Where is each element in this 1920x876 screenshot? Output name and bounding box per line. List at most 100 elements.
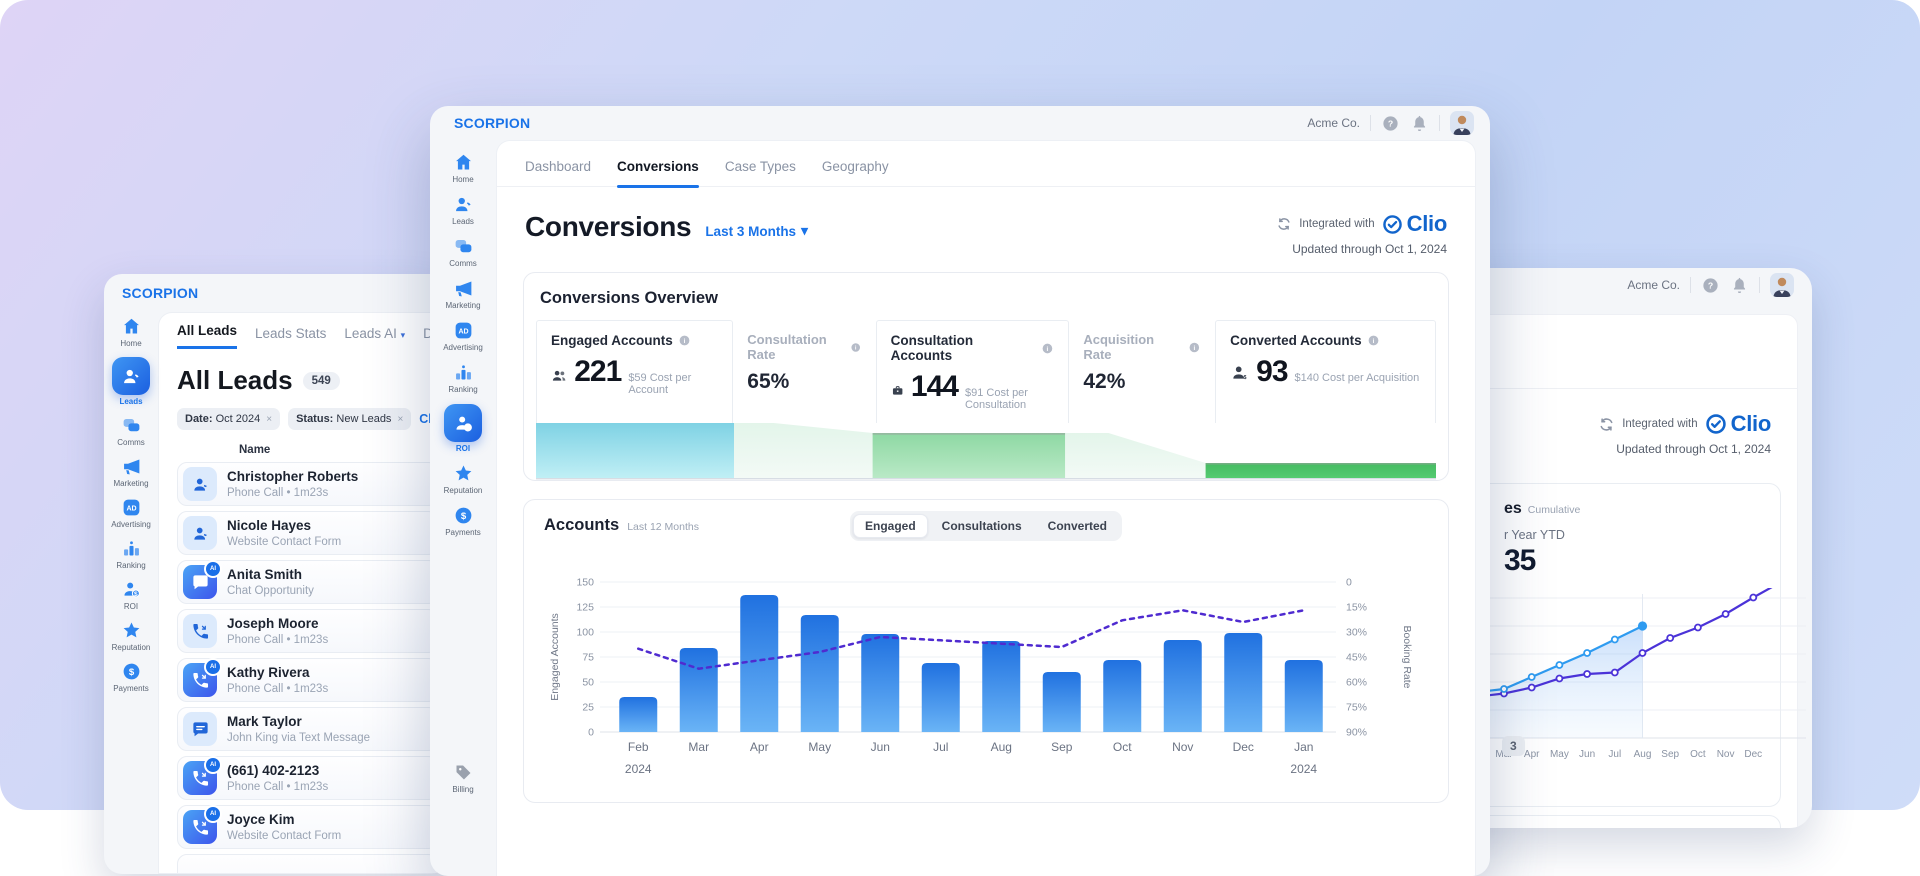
bar-Aug[interactable] [982,641,1020,732]
ranking-icon [121,538,142,559]
svg-text:$: $ [466,424,470,431]
info-icon[interactable]: i [1188,341,1201,354]
tab-dashboard[interactable]: Dashboard [525,159,591,186]
tab-all-leads[interactable]: All Leads [177,323,237,349]
filter-chip-0[interactable]: Date: Oct 2024× [177,408,280,430]
bar-Apr[interactable] [740,595,778,732]
tab-leads-ai[interactable]: Leads AI ▾ [344,326,405,349]
tab-case-types[interactable]: Case Types [725,159,796,186]
svg-text:0: 0 [1346,577,1352,589]
bar-Sep[interactable] [1043,672,1081,732]
lead-row[interactable]: AI Anita Smith Chat Opportunity [177,560,438,604]
lead-detail: Phone Call • 1m23s [227,487,358,499]
booking-rate-line[interactable] [638,610,1304,668]
lead-row[interactable]: Mark Taylor John King via Text Message [177,707,438,751]
sidebar-item-billing[interactable]: Billing [435,762,491,794]
sidebar-item-advertising[interactable]: AD Advertising [435,320,491,352]
help-icon[interactable]: ? [1381,114,1400,133]
lead-row[interactable]: Joseph Moore Phone Call • 1m23s [177,609,438,653]
sidebar-item-leads[interactable]: Leads [435,194,491,226]
bar-Feb[interactable] [619,697,657,732]
info-icon[interactable]: i [850,341,861,354]
sidebar-item-roi[interactable]: $ ROI [435,404,491,453]
lead-row[interactable]: Christopher Roberts Phone Call • 1m23s [177,462,438,506]
info-icon[interactable]: i [678,334,691,347]
svg-text:Apr: Apr [1524,749,1540,760]
sidebar-item-marketing[interactable]: Marketing [104,456,159,488]
clio-logo: Clio [1382,211,1447,237]
tab-geography[interactable]: Geography [822,159,889,186]
sidebar-item-home[interactable]: Home [435,152,491,184]
sidebar-item-reputation[interactable]: Reputation [104,620,159,652]
close-icon[interactable]: × [266,414,272,425]
bar-Nov[interactable] [1164,640,1202,732]
sidebar-item-home[interactable]: Home [104,316,159,348]
metric-consultation-rate: Consultation Ratei 65% [733,320,875,423]
bar-May[interactable] [801,615,839,732]
sidebar-item-comms[interactable]: Comms [104,415,159,447]
svg-text:45%: 45% [1346,652,1367,664]
page-title: All Leads [177,365,293,396]
bar-Jun[interactable] [861,634,899,732]
bar-Mar[interactable] [680,648,718,732]
marketing-icon [453,278,474,299]
close-icon[interactable]: × [397,414,403,425]
svg-text:2024: 2024 [625,762,652,776]
sidebar-item-reputation[interactable]: Reputation [435,463,491,495]
sidebar-item-advertising[interactable]: AD Advertising [104,497,159,529]
lead-row[interactable] [177,854,438,874]
sidebar-item-ranking[interactable]: Ranking [435,362,491,394]
filter-chip-1[interactable]: Status: New Leads× [288,408,411,430]
conversions-tabs: Dashboard Conversions Case Types Geography [497,141,1475,187]
personone-icon: $ [1230,363,1249,382]
bar-Oct[interactable] [1103,660,1141,732]
leads-list: Christopher Roberts Phone Call • 1m23s N… [177,462,448,874]
info-icon[interactable]: i [1367,334,1380,347]
lead-row[interactable]: AI Kathy Rivera Phone Call • 1m23s [177,658,438,702]
avatar[interactable] [1450,111,1474,135]
toggle-consultations[interactable]: Consultations [930,514,1034,538]
svg-text:Booking Rate: Booking Rate [1401,625,1413,688]
lead-detail: Website Contact Form [227,830,341,842]
phone-icon: AI [183,810,217,844]
sidebar-item-roi[interactable]: $ ROI [104,579,159,611]
bell-icon[interactable] [1410,114,1429,133]
svg-text:i: i [1194,344,1196,351]
info-icon[interactable]: i [1041,342,1054,355]
sidebar-item-payments[interactable]: $ Payments [104,661,159,693]
legend-chip[interactable]: 3 [1502,736,1525,756]
accounts-chart: 150012515%10030%7545%5060%2575%090%Engag… [544,559,1428,786]
svg-text:0: 0 [588,727,594,739]
sidebar-item-comms[interactable]: Comms [435,236,491,268]
lead-name: (661) 402-2123 [227,763,328,779]
sidebar-item-leads[interactable]: Leads [104,357,159,406]
tab-conversions[interactable]: Conversions [617,159,699,186]
avatar[interactable] [1770,273,1794,297]
bell-icon[interactable] [1730,276,1749,295]
lead-row[interactable]: AI (661) 402-2123 Phone Call • 1m23s [177,756,438,800]
bar-Jul[interactable] [922,663,960,732]
series-toggle: EngagedConsultationsConverted [850,511,1122,541]
bar-Jan[interactable] [1285,660,1323,732]
svg-text:Aug: Aug [1634,749,1652,760]
bar-Dec[interactable] [1224,633,1262,732]
date-range-dropdown[interactable]: Last 3 Months ▾ [705,223,808,239]
help-icon[interactable]: ? [1701,276,1720,295]
lead-row[interactable]: AI Joyce Kim Website Contact Form [177,805,438,849]
accounts-panel: Accounts Last 12 Months EngagedConsultat… [523,499,1449,803]
clio-check-icon [1705,413,1727,435]
sidebar-item-marketing[interactable]: Marketing [435,278,491,310]
lead-row[interactable]: Nicole Hayes Website Contact Form [177,511,438,555]
clio-integration: Integrated with Clio Updated through Oct… [1598,411,1771,456]
svg-text:Jul: Jul [933,740,948,754]
sidebar-item-payments[interactable]: $ Payments [435,505,491,537]
lead-detail: Chat Opportunity [227,585,314,597]
current-point-marker[interactable] [1638,621,1647,630]
toggle-engaged[interactable]: Engaged [853,514,928,538]
person-icon [183,516,217,550]
payments-icon: $ [121,661,142,682]
tab-leads-stats[interactable]: Leads Stats [255,326,326,349]
toggle-converted[interactable]: Converted [1036,514,1119,538]
svg-text:2024: 2024 [1290,762,1317,776]
sidebar-item-ranking[interactable]: Ranking [104,538,159,570]
